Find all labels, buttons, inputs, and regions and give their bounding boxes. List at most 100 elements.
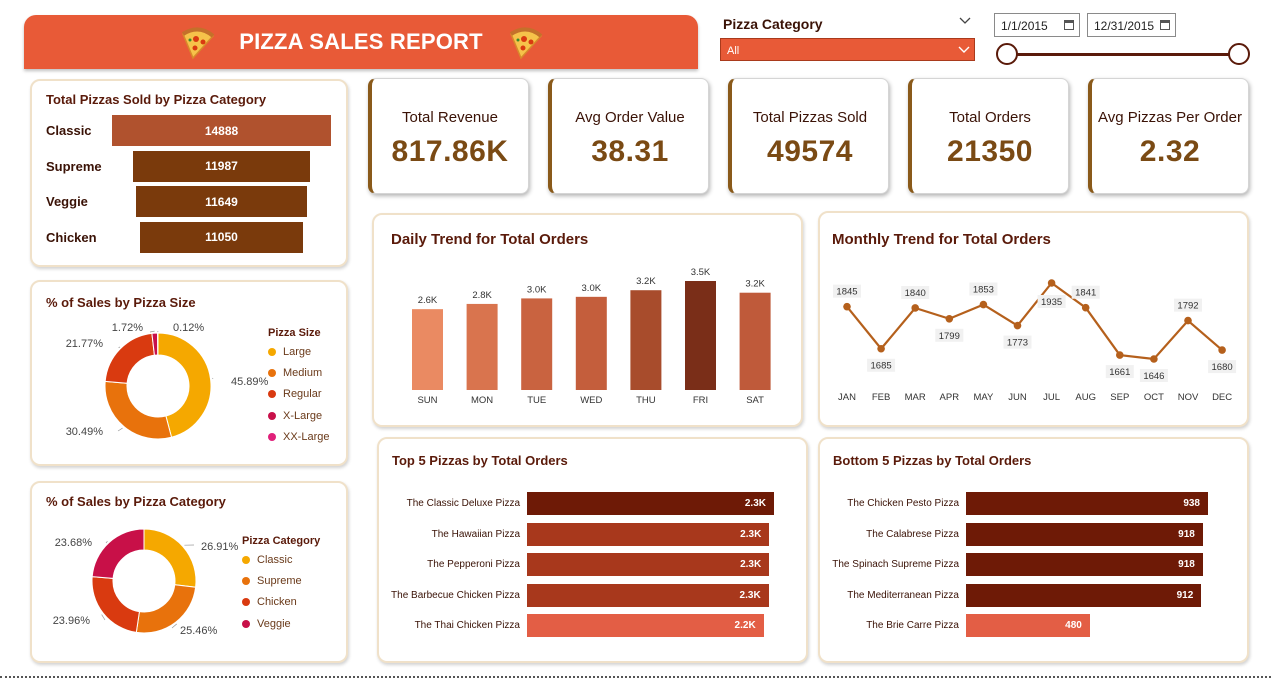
kpi-value: 2.32 xyxy=(1139,135,1201,168)
kpi-card-avg-pizzas-per-order: Avg Pizzas Per Order 2.32 xyxy=(1088,78,1249,194)
legend-item: X-Large xyxy=(268,410,322,422)
bar xyxy=(630,290,662,390)
x-tick-label: JUN xyxy=(1008,392,1027,403)
kpi-label: Avg Pizzas Per Order xyxy=(1098,109,1242,126)
bar-category-label: The Classic Deluxe Pizza xyxy=(406,498,520,509)
line-point xyxy=(1150,355,1158,363)
funnel-bar: 11987 xyxy=(133,150,310,182)
bar: 918 xyxy=(966,553,1203,577)
bar-data-label: 2.8K xyxy=(472,290,492,301)
kpi-card-total-orders: Total Orders 21350 xyxy=(908,78,1069,194)
page-bottom-divider xyxy=(0,676,1271,679)
bar-category-label: The Mediterranean Pizza xyxy=(847,589,959,601)
line-data-label: 1840 xyxy=(905,288,926,299)
chart-title: Top 5 Pizzas by Total Orders xyxy=(392,453,568,468)
bar-data-label: 3.2K xyxy=(745,279,765,290)
bar: 2.3K xyxy=(527,492,774,515)
x-tick-label: WED xyxy=(580,395,602,406)
funnel-category-label: Veggie xyxy=(46,194,88,209)
x-tick-label: FEB xyxy=(872,392,890,403)
kpi-value: 38.31 xyxy=(591,135,669,168)
bar: 2.2K xyxy=(527,614,764,638)
bar-category-label: The Hawaiian Pizza xyxy=(431,528,520,540)
bar-data-label: 3.5K xyxy=(691,267,711,278)
funnel-category-label: Classic xyxy=(46,123,92,138)
chevron-down-icon[interactable] xyxy=(958,14,972,28)
bar: 2.3K xyxy=(527,522,770,546)
calendar-icon[interactable] xyxy=(1160,19,1170,30)
chart-title: Bottom 5 Pizzas by Total Orders xyxy=(833,453,1032,468)
line-point xyxy=(945,314,954,323)
date-slider-end-handle[interactable] xyxy=(1228,43,1250,65)
bar-data-label: 3.2K xyxy=(636,276,656,287)
legend-item: Chicken xyxy=(242,596,297,608)
end-date-input[interactable]: 12/31/2015 xyxy=(1087,13,1176,37)
legend-title: Pizza Category xyxy=(242,535,321,547)
legend-dot xyxy=(242,556,250,564)
funnel-card: Total Pizzas Sold by Pizza Category Clas… xyxy=(30,79,348,267)
legend-label: Medium xyxy=(283,367,323,380)
legend-item: Classic xyxy=(242,554,292,566)
chart-title: Total Pizzas Sold by Pizza Category xyxy=(46,92,267,107)
legend-dot xyxy=(268,348,276,356)
x-tick-label: SEP xyxy=(1110,392,1129,403)
category-dropdown[interactable]: All xyxy=(720,38,975,61)
legend-item: Veggie xyxy=(242,618,291,630)
line-data-label: 1853 xyxy=(973,285,994,296)
line-data-label: 1685 xyxy=(871,361,892,372)
line-data-label: 1646 xyxy=(1143,371,1164,382)
bar-category-label: The Brie Carre Pizza xyxy=(866,620,959,632)
start-date-value: 1/1/2015 xyxy=(1001,19,1048,33)
category-dropdown-value: All xyxy=(727,45,740,57)
line-point xyxy=(1013,321,1022,330)
legend-label: X-Large xyxy=(283,409,323,422)
legend-label: Veggie xyxy=(257,617,291,630)
kpi-label: Total Orders xyxy=(949,109,1031,126)
x-tick-label: THU xyxy=(636,395,656,406)
x-tick-label: SUN xyxy=(417,395,437,406)
donut-slice xyxy=(91,576,140,633)
x-tick-label: MAY xyxy=(973,392,994,403)
donut-data-label: 23.68% xyxy=(55,537,93,549)
calendar-icon[interactable] xyxy=(1064,19,1074,30)
donut-leader-line xyxy=(105,541,108,544)
monthly-line-chart: 1845 JAN 1685 FEB 1840 MAR 1799 APR 1853 MAY 1773 J… xyxy=(833,279,1237,403)
funnel-bar: 11649 xyxy=(135,186,308,217)
bar xyxy=(466,303,498,390)
donut-data-label: 1.72% xyxy=(112,322,143,334)
donut-data-label: 30.49% xyxy=(66,426,104,438)
kpi-value: 21350 xyxy=(947,135,1033,168)
line-point xyxy=(1218,346,1226,354)
legend-item: Regular xyxy=(268,388,322,400)
bar-category-label: The Spinach Supreme Pizza xyxy=(832,559,959,571)
report-header: PIZZA SALES REPORT xyxy=(24,15,698,69)
kpi-card-total-revenue: Total Revenue 817.86K xyxy=(368,78,529,194)
legend-item: XX-Large xyxy=(268,431,329,443)
category-donut-chart: 26.91% 25.46% 23.96% 23.68% xyxy=(53,528,239,637)
donut-leader-line xyxy=(118,346,121,348)
date-slider-start-handle[interactable] xyxy=(996,43,1018,65)
bar-category-label: The Calabrese Pizza xyxy=(866,528,959,540)
bar: 938 xyxy=(966,492,1208,515)
bar-data-label: 3.0K xyxy=(582,283,602,294)
bottom5-card: Bottom 5 Pizzas by Total Orders The Chic… xyxy=(818,437,1249,663)
bar-data-label: 2.6K xyxy=(418,295,438,306)
funnel-bar: 14888 xyxy=(112,115,331,146)
line-data-label: 1799 xyxy=(939,331,960,342)
line-point xyxy=(979,300,988,309)
date-range-slider-track[interactable] xyxy=(1006,53,1240,56)
category-donut-card: % of Sales by Pizza Category 26.91% 25.46… xyxy=(30,481,348,663)
legend-label: Chicken xyxy=(257,596,297,609)
donut-data-label: 23.96% xyxy=(53,615,91,627)
start-date-input[interactable]: 1/1/2015 xyxy=(994,13,1080,37)
legend-dot xyxy=(242,577,250,586)
line-point xyxy=(911,304,919,312)
bar-category-label: The Thai Chicken Pizza xyxy=(414,620,520,632)
legend-dot xyxy=(268,411,276,420)
funnel-category-label: Chicken xyxy=(46,229,97,245)
line-point xyxy=(1047,279,1056,287)
bar xyxy=(739,292,771,390)
donut-slice xyxy=(104,332,155,384)
legend-label: Regular xyxy=(283,388,322,401)
x-tick-label: OCT xyxy=(1144,392,1164,403)
